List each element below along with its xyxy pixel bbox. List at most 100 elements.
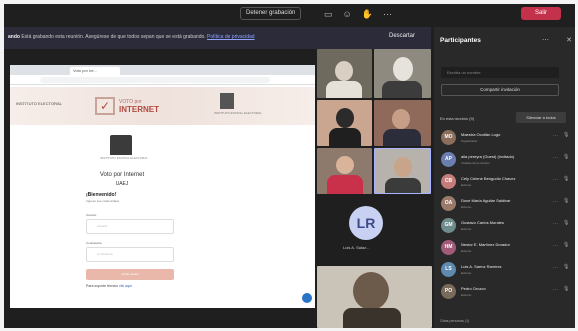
avatar: AP [441, 152, 456, 167]
teams-meeting-window: Detener grabación ▭ ☺ ✋ ⋯ Salir ando Est… [4, 4, 575, 328]
dismiss-button[interactable]: Descartar [389, 33, 415, 39]
support-text: Para soporte técnico clic aquí [86, 284, 132, 288]
participant-search-input[interactable]: Escriba un nombre [441, 67, 559, 78]
video-tile[interactable] [317, 49, 372, 98]
microphone-icon: 🎙 [563, 220, 570, 226]
more-options-icon[interactable]: ⋯ [553, 133, 558, 139]
participant-row[interactable]: CB Cely Celene Bengudio Chavez Externo ⋯ 🎙 [439, 171, 573, 193]
vote-logo: ✓ VOTO por INTERNET [95, 95, 159, 117]
participant-face [336, 156, 354, 174]
url-field[interactable] [40, 77, 270, 83]
participant-list: MO Maestra Ocotlán Lugo Organizador ⋯ 🎙 AP all… [439, 127, 573, 303]
participant-face [335, 61, 353, 81]
share-invite-button[interactable]: Compartir invitación [441, 84, 559, 96]
user-label: Usuario [86, 213, 97, 217]
support-label: Para soporte técnico [86, 284, 119, 288]
participant-role: Externo [461, 249, 472, 253]
more-options-icon[interactable]: ⋯ [553, 177, 558, 183]
participant-body [343, 308, 401, 328]
avatar: LR [349, 206, 383, 240]
panel-title: Participantes [440, 37, 481, 44]
privacy-policy-link[interactable]: Política de privacidad [207, 34, 255, 40]
in-meeting-header[interactable]: En esta reunión (9) [440, 116, 474, 121]
participant-face [353, 272, 389, 310]
recording-message-text: Está grabando esta reunión. Asegúrese de… [21, 34, 206, 40]
vote-logo-text: VOTO por INTERNET [119, 98, 159, 114]
participant-name: Gustavo Carlos Morales [461, 220, 504, 225]
participant-role: Organizador [461, 139, 478, 143]
more-options-icon[interactable]: ⋯ [553, 265, 558, 271]
participant-name: Maestra Ocotlán Lugo [461, 132, 501, 137]
chat-icon[interactable]: ▭ [324, 9, 333, 20]
participant-row[interactable]: AP alla pereyra (Guest) (Invitado) Invitad… [439, 149, 573, 171]
raise-hand-icon[interactable]: ✋ [362, 9, 373, 20]
mute-all-button[interactable]: Silenciar a todos [516, 112, 566, 123]
reactions-icon[interactable]: ☺ [343, 9, 352, 19]
video-tile-active-speaker[interactable] [374, 148, 431, 194]
more-options-icon[interactable]: ⋯ [542, 36, 549, 44]
participant-name: Cely Celene Bengudio Chavez [461, 176, 516, 181]
more-icon[interactable]: ⋯ [383, 9, 392, 20]
microphone-icon: 🎙 [563, 154, 570, 160]
more-options-icon[interactable]: ⋯ [553, 199, 558, 205]
video-tile[interactable] [374, 100, 431, 146]
video-tile[interactable] [317, 148, 372, 194]
participant-body [382, 81, 422, 98]
participant-face [392, 109, 410, 129]
microphone-icon: 🎙 [563, 198, 570, 204]
participant-body [327, 175, 363, 194]
recaptcha-icon[interactable] [302, 293, 312, 303]
more-options-icon[interactable]: ⋯ [553, 243, 558, 249]
avatar: PO [441, 284, 456, 299]
participant-row[interactable]: MO Maestra Ocotlán Lugo Organizador ⋯ 🎙 [439, 127, 573, 149]
avatar: GM [441, 218, 456, 233]
meeting-toolbar: Detener grabación ▭ ☺ ✋ ⋯ Salir [4, 4, 575, 24]
password-label: Contraseña [86, 241, 102, 245]
support-link[interactable]: clic aquí [119, 284, 132, 288]
video-tile[interactable] [374, 49, 431, 98]
participant-row[interactable]: OA Doce María Aguilar Saldivar Externo ⋯ 🎙 [439, 193, 573, 215]
avatar: LS [441, 262, 456, 277]
password-input[interactable]: Contraseña [86, 247, 174, 262]
microphone-icon: 🎙 [563, 176, 570, 182]
seal-icon [110, 135, 132, 155]
participant-role: Externo [461, 227, 472, 231]
recording-message-bold: ando [8, 34, 20, 40]
participants-panel: Participantes ⋯ ✕ Escriba un nombre Comp… [434, 27, 575, 328]
participant-role: Externo [461, 205, 472, 209]
welcome-subtext: Ingrese sus credenciales [86, 199, 120, 203]
welcome-heading: ¡Bienvenido! [86, 192, 117, 198]
more-options-icon[interactable]: ⋯ [553, 287, 558, 293]
more-options-icon[interactable]: ⋯ [553, 155, 558, 161]
avatar-name: Luis A. Salaz... [343, 245, 370, 250]
video-tile[interactable] [317, 266, 432, 328]
browser-address-bar [10, 75, 315, 85]
participant-row[interactable]: HM Nestor E. Martínez Dorador Externo ⋯ 🎙 [439, 237, 573, 259]
close-icon[interactable]: ✕ [566, 36, 572, 44]
seal-caption: INSTITUTO ESTATAL ELECTORAL [100, 156, 148, 160]
vote-logo-main: INTERNET [119, 105, 159, 114]
leave-button[interactable]: Salir [521, 7, 561, 20]
browser-tab[interactable]: Voto por Int... [70, 67, 120, 75]
participant-role: Invitado de la reunión [461, 161, 490, 165]
participant-body [383, 129, 421, 146]
institute-logo-caption: INSTITUTO ESTATAL ELECTORAL [214, 111, 262, 115]
shared-screen: Voto por Int... INSTITUTO ELECTORAL ✓ VO… [10, 65, 315, 308]
participant-name: Doce María Aguilar Saldivar [461, 198, 511, 203]
participant-row[interactable]: LS Luis A. Saenz Ramírez Externo ⋯ 🎙 [439, 259, 573, 281]
microphone-icon: 🎙 [563, 242, 570, 248]
microphone-icon: 🎙 [563, 264, 570, 270]
stop-recording-button[interactable]: Detener grabación [240, 7, 302, 20]
participant-name: alla pereyra (Guest) (Invitado) [461, 154, 515, 159]
participant-row[interactable]: PO Pedro Orozco Externo ⋯ 🎙 [439, 281, 573, 303]
participant-body [329, 128, 361, 146]
site-header: INSTITUTO ELECTORAL ✓ VOTO por INTERNET … [10, 87, 315, 125]
participant-role: Externo [461, 183, 472, 187]
more-options-icon[interactable]: ⋯ [553, 221, 558, 227]
login-button[interactable]: Iniciar sesión [86, 269, 174, 280]
user-input[interactable]: Usuario [86, 219, 174, 234]
video-tile[interactable] [317, 100, 372, 146]
participant-row[interactable]: GM Gustavo Carlos Morales Externo ⋯ 🎙 [439, 215, 573, 237]
other-people-header[interactable]: Otras personas (1) [440, 319, 469, 323]
avatar-tile[interactable]: LR Luis A. Salaz... [317, 200, 432, 262]
